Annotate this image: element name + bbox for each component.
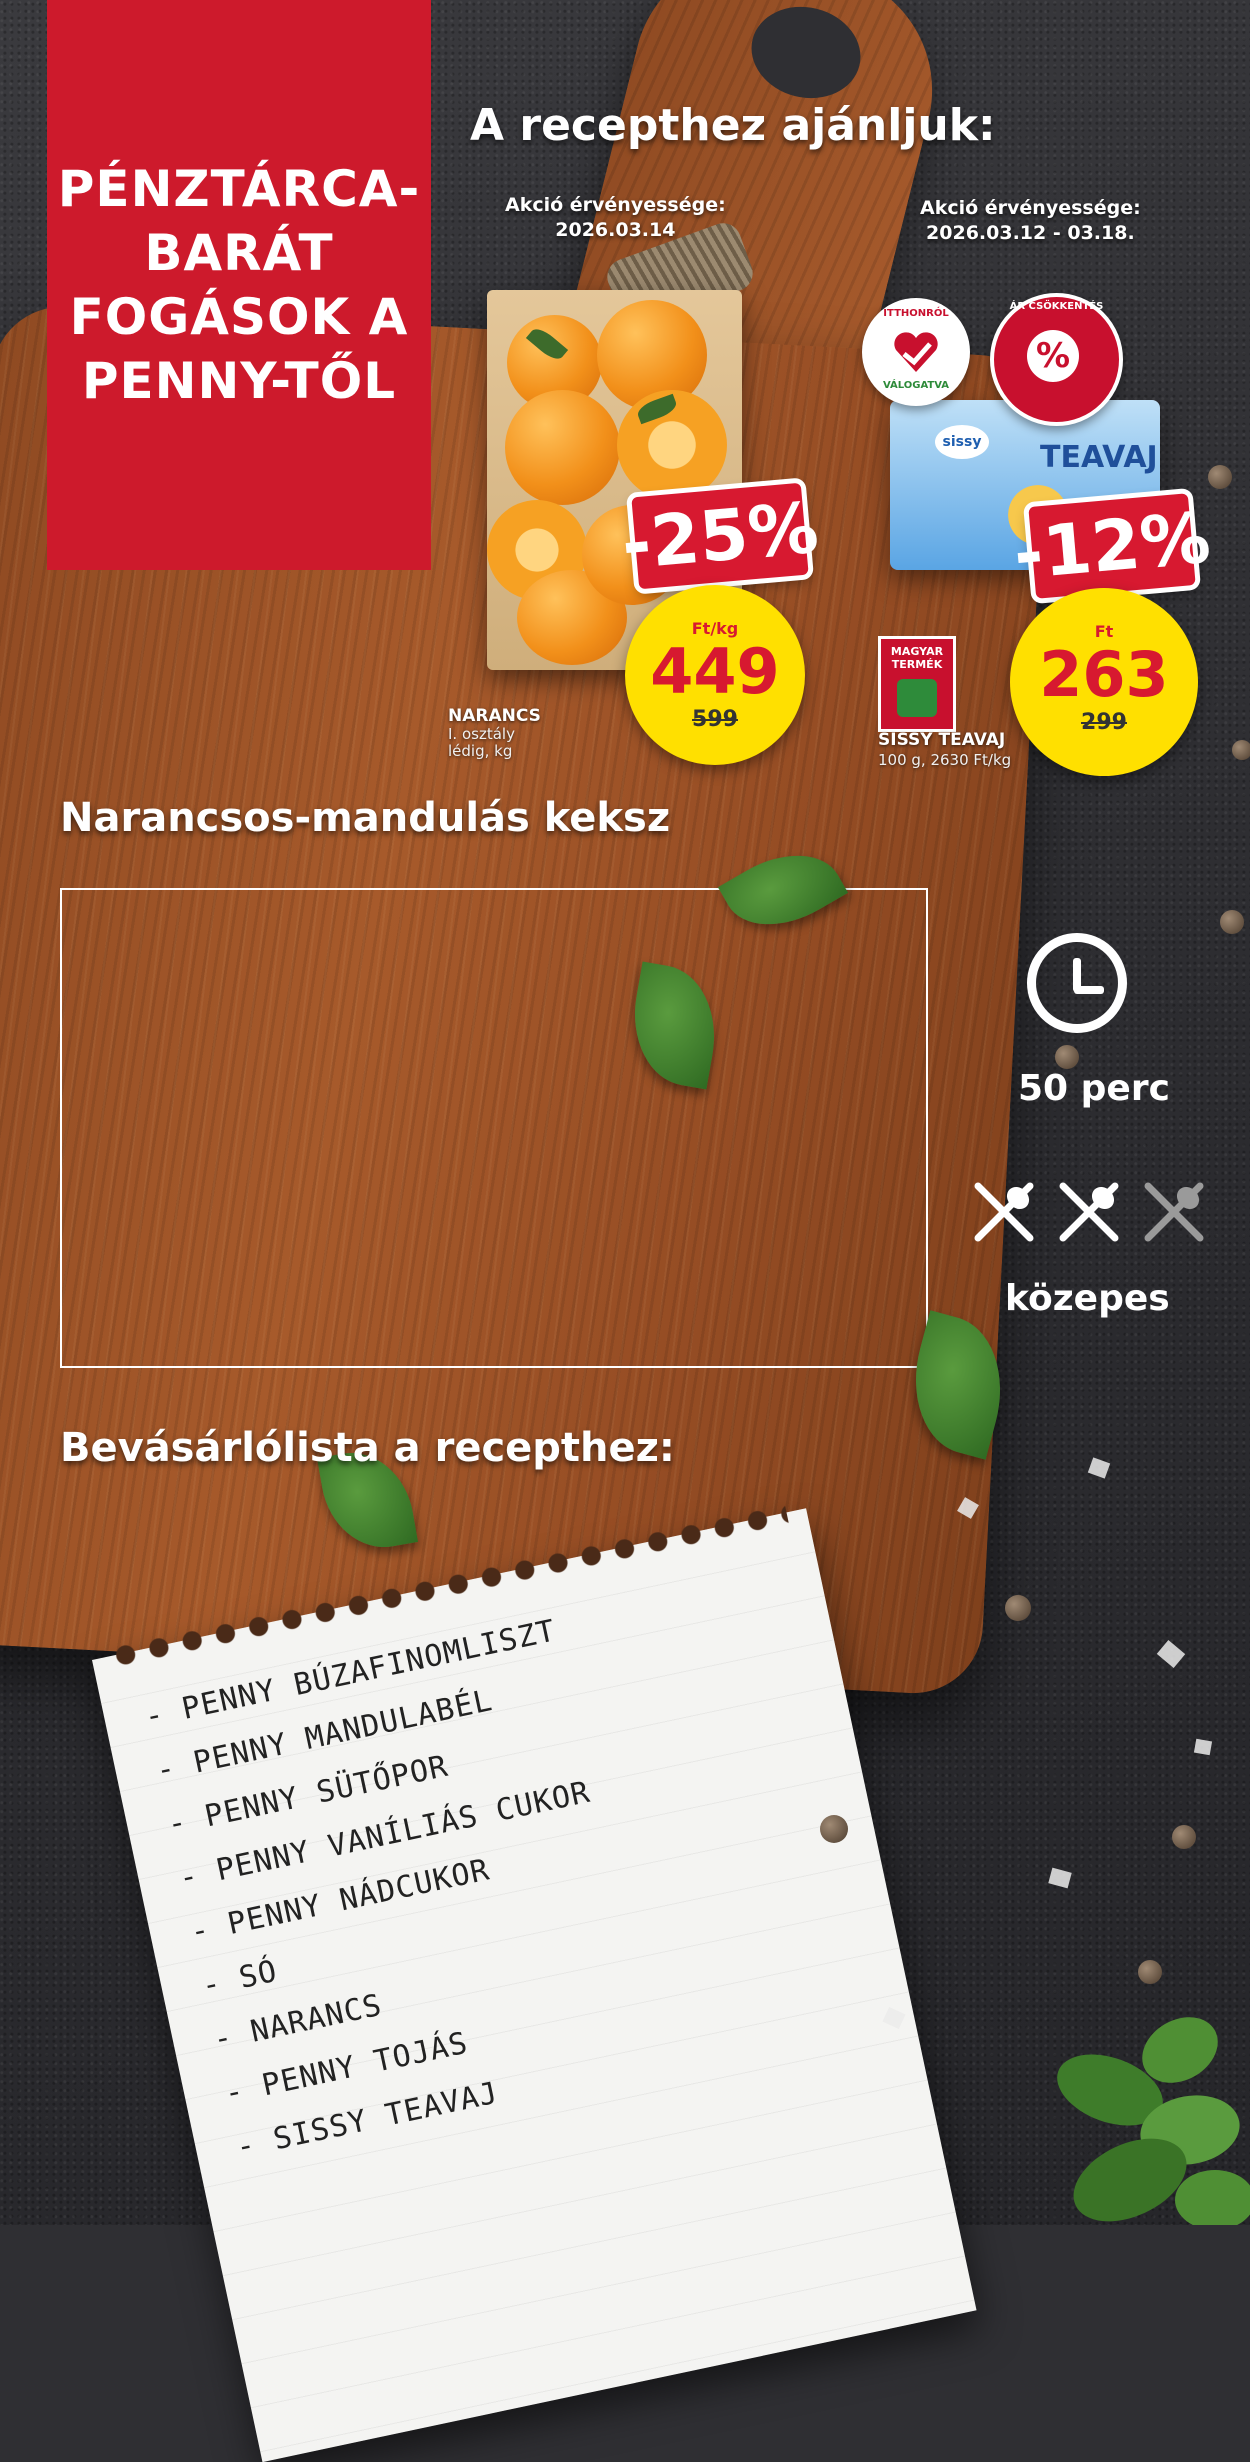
validity-date: 2026.03.12 - 03.18. [926,222,1135,244]
peppercorn [1232,740,1250,760]
clock-hand [1074,986,1104,994]
peppercorn [1208,465,1232,489]
price-circle-orange: Ft/kg 449 599 [625,585,805,765]
peppercorn [1172,1825,1196,1849]
hungary-map-icon [897,679,937,717]
price-value: 263 [1039,638,1169,711]
old-price: 599 [692,707,738,732]
utensils-icon [970,1178,1215,1248]
salt-crystal [1193,1738,1213,1756]
butter-pack-word: TEAVAJ [1040,440,1158,475]
validity-date: 2026.03.14 [555,219,676,241]
peppercorn [820,1815,848,1843]
validity-orange: Akció érvényessége: 2026.03.14 [505,193,726,243]
price-circle-butter: Ft 263 299 [1010,588,1198,776]
old-price: 299 [1081,710,1127,735]
badge-bottom-text: VÁLOGATVA [882,380,950,391]
product-desc-line: lédig, kg [448,742,513,760]
peppercorn [1220,910,1244,934]
validity-label: Akció érvényessége: [920,197,1141,219]
promo-title-line: BARÁT [144,224,334,282]
heart-icon [894,332,938,372]
percent-icon: % [1027,330,1079,382]
promo-title-line: FOGÁSOK A [69,288,409,346]
product-name-butter: SISSY TEAVAJ [878,730,1006,750]
product-desc-orange: I. osztály lédig, kg [448,726,515,760]
recipe-image-frame [60,888,928,1368]
utensil-icon [974,1182,1034,1242]
peppercorn [1005,1595,1031,1621]
orange-fruit [505,390,620,505]
discount-badge-butter: -12% [1011,493,1214,599]
handle-hole [741,0,871,110]
recipe-title: Narancsos-mandulás keksz [60,795,671,841]
promo-title-line: PENNY-TŐL [81,352,397,410]
validity-label: Akció érvényessége: [505,194,726,216]
badge-ar-text: ÁR CSÖKKENTÉS [1009,301,1104,312]
price-value: 449 [650,635,780,708]
prep-time: 50 perc [1018,1068,1170,1109]
magyar-termek-text: MAGYAR TERMÉK [890,645,944,671]
product-name-orange: NARANCS [448,706,541,726]
peppercorn [1055,1045,1079,1069]
recommend-title: A recepthez ajánljuk: [470,100,996,151]
discount-badge-orange: -25% [619,482,822,590]
utensil-icon-inactive [1144,1182,1204,1242]
badge-top-text: ITTHONRÓL [883,308,949,319]
validity-butter: Akció érvényessége: 2026.03.12 - 03.18. [920,196,1141,246]
itthonrol-valogatva-badge: ITTHONRÓL VÁLOGATVA [862,298,970,406]
butter-brand: sissy [935,425,989,459]
shopping-list-title: Bevásárlólista a recepthez: [60,1425,675,1471]
peppercorn [1138,1960,1162,1984]
basil-sprig [1057,2017,1250,2225]
clock-icon [1027,933,1127,1033]
difficulty: közepes [1005,1278,1170,1319]
product-desc-line: I. osztály [448,725,515,743]
promo-title-panel: PÉNZTÁRCA- BARÁT FOGÁSOK A PENNY-TŐL [47,0,431,570]
price-reduction-badge: ÁR CSÖKKENTÉS % [990,293,1123,426]
promo-title-line: PÉNZTÁRCA- [57,160,421,218]
utensil-icon [1059,1182,1119,1242]
magyar-termek-badge: MAGYAR TERMÉK [878,636,956,732]
product-desc-butter: 100 g, 2630 Ft/kg [878,751,1012,769]
